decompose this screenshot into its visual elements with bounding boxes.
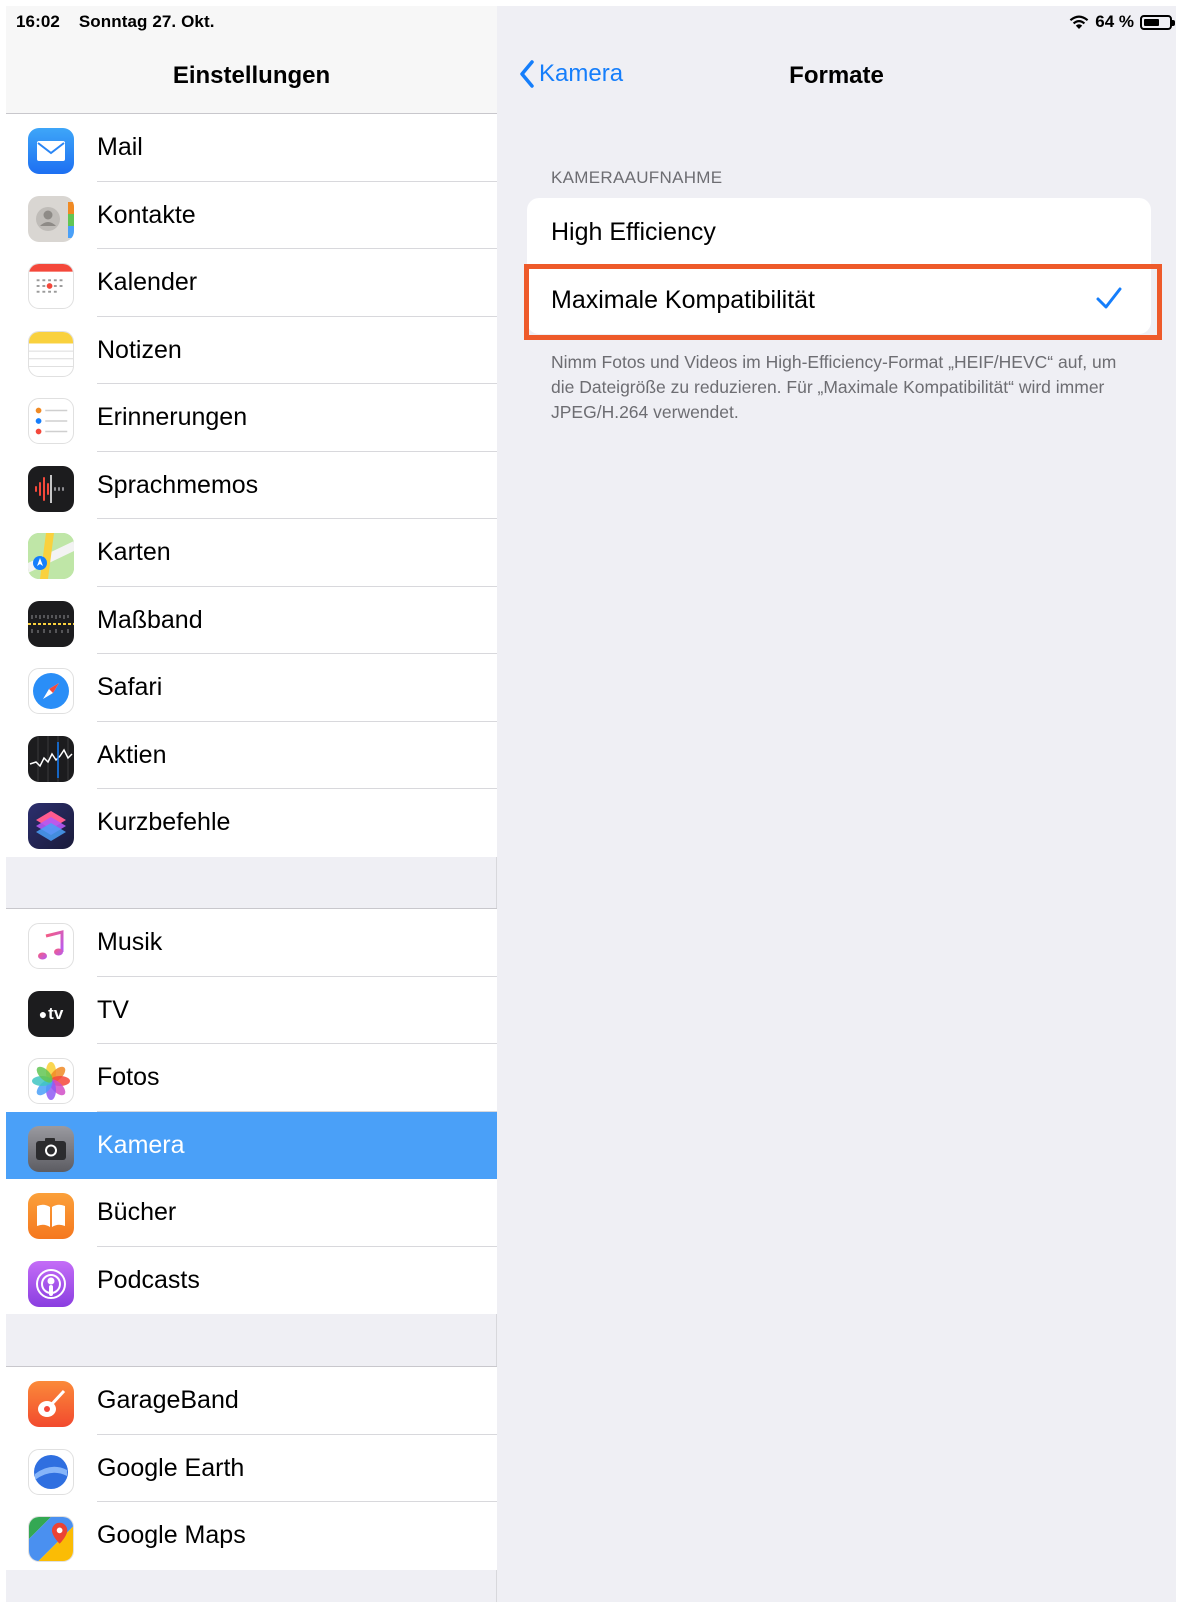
settings-group-apple-apps: Mail Kontakte Kalender Notizen Erinnerun… bbox=[6, 114, 497, 857]
sidebar-item-label: GarageBand bbox=[97, 1386, 239, 1415]
sidebar-item-sprachmemos[interactable]: Sprachmemos bbox=[6, 452, 497, 519]
google-maps-icon bbox=[28, 1516, 74, 1562]
sidebar-item-mail[interactable]: Mail bbox=[6, 114, 497, 182]
sidebar-item-label: Musik bbox=[97, 928, 163, 957]
voice-memos-icon bbox=[28, 465, 74, 512]
sidebar-item-massband[interactable]: Maßband bbox=[6, 587, 497, 654]
sidebar-item-label: Kontakte bbox=[97, 200, 196, 229]
sidebar-item-google-maps[interactable]: Google Maps bbox=[6, 1502, 497, 1570]
status-time: 16:02 bbox=[16, 12, 60, 31]
sidebar-item-label: Kalender bbox=[97, 268, 198, 297]
sidebar-item-label: Notizen bbox=[97, 335, 182, 364]
status-date: Sonntag 27. Okt. bbox=[78, 12, 215, 31]
checkmark-icon bbox=[1096, 287, 1122, 309]
footer-note: Nimm Fotos und Videos im High-Efficiency… bbox=[551, 352, 1117, 422]
apple-tv-icon: ● tv bbox=[28, 990, 74, 1037]
reminders-icon bbox=[28, 398, 74, 444]
sidebar-header: 16:02 Sonntag 27. Okt. Einstellungen bbox=[6, 6, 497, 114]
sidebar-item-label: Bücher bbox=[97, 1198, 177, 1227]
sidebar-item-aktien[interactable]: Aktien bbox=[6, 722, 497, 789]
sidebar-item-kontakte[interactable]: Kontakte bbox=[6, 182, 497, 249]
sidebar-item-buecher[interactable]: Bücher bbox=[6, 1179, 497, 1247]
sidebar-item-google-earth[interactable]: Google Earth bbox=[6, 1435, 497, 1502]
sidebar-item-label: Google Maps bbox=[97, 1521, 246, 1550]
status-bar-right: 64 % bbox=[1069, 12, 1175, 32]
sidebar-item-label: Kurzbefehle bbox=[97, 808, 231, 837]
sidebar-item-label: Kamera bbox=[97, 1130, 185, 1159]
sidebar-item-garageband[interactable]: GarageBand bbox=[6, 1367, 497, 1435]
option-label: Maximale Kompatibilität bbox=[551, 285, 815, 314]
sidebar-item-label: Fotos bbox=[97, 1063, 160, 1092]
sidebar-item-kamera[interactable]: Kamera bbox=[6, 1111, 497, 1179]
battery-icon bbox=[1140, 14, 1175, 30]
sidebar-item-label: Sprachmemos bbox=[97, 470, 259, 499]
sidebar-item-label: Erinnerungen bbox=[97, 403, 248, 432]
option-high-efficiency[interactable]: High Efficiency bbox=[527, 198, 1151, 266]
sidebar-item-label: Karten bbox=[97, 538, 171, 567]
detail-pane: 64 % Kamera Formate KAMERAAUFNAHME High … bbox=[497, 6, 1176, 1602]
sidebar-item-label: Mail bbox=[97, 133, 143, 162]
sidebar-item-erinnerungen[interactable]: Erinnerungen bbox=[6, 384, 497, 452]
status-bar-left: 16:02 Sonntag 27. Okt. bbox=[16, 12, 229, 32]
sidebar-item-tv[interactable]: ● tv TV bbox=[6, 977, 497, 1044]
settings-group-third-party: GarageBand Google Earth Google Maps bbox=[6, 1366, 497, 1570]
option-label: High Efficiency bbox=[551, 217, 716, 246]
sidebar-item-label: Google Earth bbox=[97, 1453, 245, 1482]
sidebar-item-safari[interactable]: Safari bbox=[6, 654, 497, 722]
sidebar-item-fotos[interactable]: Fotos bbox=[6, 1044, 497, 1112]
sidebar-item-notizen[interactable]: Notizen bbox=[6, 317, 497, 384]
sidebar-title: Einstellungen bbox=[172, 62, 331, 89]
wifi-icon bbox=[1069, 15, 1089, 29]
photos-icon bbox=[28, 1058, 74, 1104]
notes-icon bbox=[28, 330, 74, 377]
sidebar-item-kalender[interactable]: Kalender bbox=[6, 249, 497, 317]
sidebar-item-podcasts[interactable]: Podcasts bbox=[6, 1247, 497, 1315]
music-icon bbox=[28, 923, 74, 969]
books-icon bbox=[28, 1193, 74, 1239]
battery-percent: 64 % bbox=[1095, 12, 1134, 31]
safari-icon bbox=[28, 668, 74, 714]
shortcuts-icon bbox=[28, 803, 74, 849]
settings-sidebar: 16:02 Sonntag 27. Okt. Einstellungen Mai… bbox=[6, 6, 497, 1602]
settings-group-media: Musik ● tv TV Fotos Kamera Bücher Podcas… bbox=[6, 908, 497, 1314]
format-options-list: High Efficiency Maximale Kompatibilität bbox=[527, 198, 1151, 334]
sidebar-item-label: TV bbox=[97, 995, 129, 1024]
sidebar-item-kurzbefehle[interactable]: Kurzbefehle bbox=[6, 789, 497, 857]
sidebar-item-label: Podcasts bbox=[97, 1265, 200, 1294]
sidebar-item-karten[interactable]: Karten bbox=[6, 519, 497, 587]
stocks-icon bbox=[28, 735, 74, 782]
garageband-icon bbox=[28, 1381, 74, 1427]
option-maximale-kompatibilitaet[interactable]: Maximale Kompatibilität bbox=[527, 266, 1151, 334]
page-title: Formate bbox=[789, 62, 884, 89]
contacts-icon bbox=[28, 195, 74, 242]
section-header: KAMERAAUFNAHME bbox=[551, 168, 723, 187]
podcasts-icon bbox=[28, 1260, 74, 1307]
google-earth-icon bbox=[28, 1448, 74, 1495]
sidebar-item-label: Maßband bbox=[97, 605, 203, 634]
measure-icon bbox=[28, 600, 74, 647]
sidebar-item-musik[interactable]: Musik bbox=[6, 909, 497, 977]
ipad-screen: 16:02 Sonntag 27. Okt. Einstellungen Mai… bbox=[6, 6, 1176, 1602]
maps-icon bbox=[28, 533, 74, 579]
camera-icon bbox=[28, 1125, 74, 1172]
calendar-icon bbox=[28, 263, 74, 309]
sidebar-item-label: Safari bbox=[97, 673, 163, 702]
mail-icon bbox=[28, 128, 74, 174]
sidebar-item-label: Aktien bbox=[97, 740, 167, 769]
